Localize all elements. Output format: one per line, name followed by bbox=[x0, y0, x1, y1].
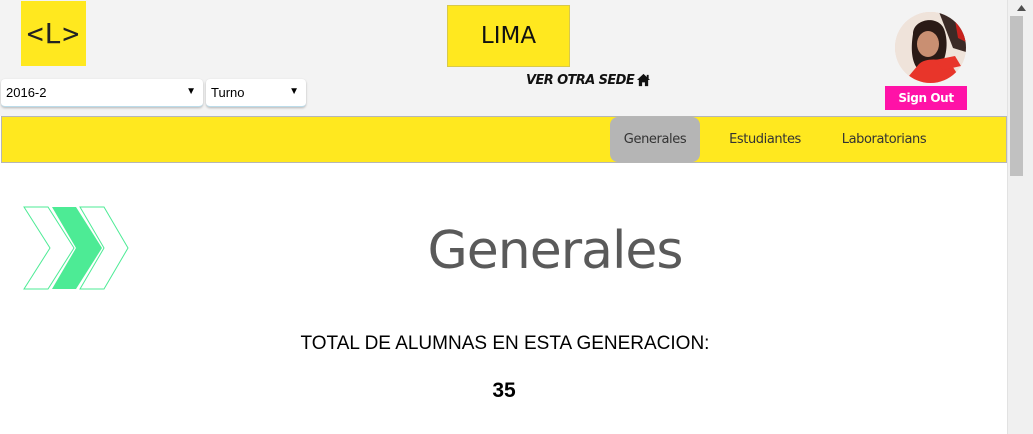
avatar-photo bbox=[895, 12, 966, 83]
total-students-value: 35 bbox=[492, 379, 516, 402]
other-venue-link[interactable]: VER OTRA SEDE bbox=[526, 70, 651, 90]
logo[interactable]: <L> bbox=[21, 1, 86, 66]
shift-select-value: Turno bbox=[211, 85, 245, 100]
vertical-scrollbar[interactable] bbox=[1007, 0, 1033, 434]
total-students-label: TOTAL DE ALUMNAS EN ESTA GENERACION: bbox=[300, 333, 710, 354]
tab-estudiantes[interactable]: Estudiantes bbox=[715, 117, 815, 162]
logo-text: <L> bbox=[26, 17, 81, 50]
main-content: Generales TOTAL DE ALUMNAS EN ESTA GENER… bbox=[0, 163, 1007, 434]
semester-select[interactable]: 2016-2 ▼ bbox=[1, 79, 203, 107]
other-venue-label: VER OTRA SEDE bbox=[526, 72, 635, 88]
user-avatar[interactable] bbox=[895, 12, 966, 83]
venue-name: LIMA bbox=[480, 23, 537, 49]
semester-select-value: 2016-2 bbox=[6, 85, 47, 100]
home-icon bbox=[637, 73, 651, 87]
tab-laboratorians[interactable]: Laboratorians bbox=[828, 117, 940, 162]
venue-badge: LIMA bbox=[447, 5, 570, 67]
main-navbar: Generales Estudiantes Laboratorians bbox=[1, 116, 1007, 163]
chevrons-right-icon bbox=[23, 206, 129, 290]
scroll-up-icon[interactable] bbox=[1008, 0, 1033, 16]
header: <L> 2016-2 ▼ Turno ▼ LIMA VER OTRA SEDE … bbox=[0, 0, 1007, 116]
page-title: Generales bbox=[427, 221, 683, 281]
dropdown-arrow-icon: ▼ bbox=[186, 86, 196, 97]
signout-button[interactable]: Sign Out bbox=[885, 86, 967, 110]
scrollbar-thumb[interactable] bbox=[1010, 16, 1023, 176]
shift-select[interactable]: Turno ▼ bbox=[206, 79, 306, 107]
tab-generales[interactable]: Generales bbox=[610, 117, 700, 162]
dropdown-arrow-icon: ▼ bbox=[289, 86, 299, 97]
